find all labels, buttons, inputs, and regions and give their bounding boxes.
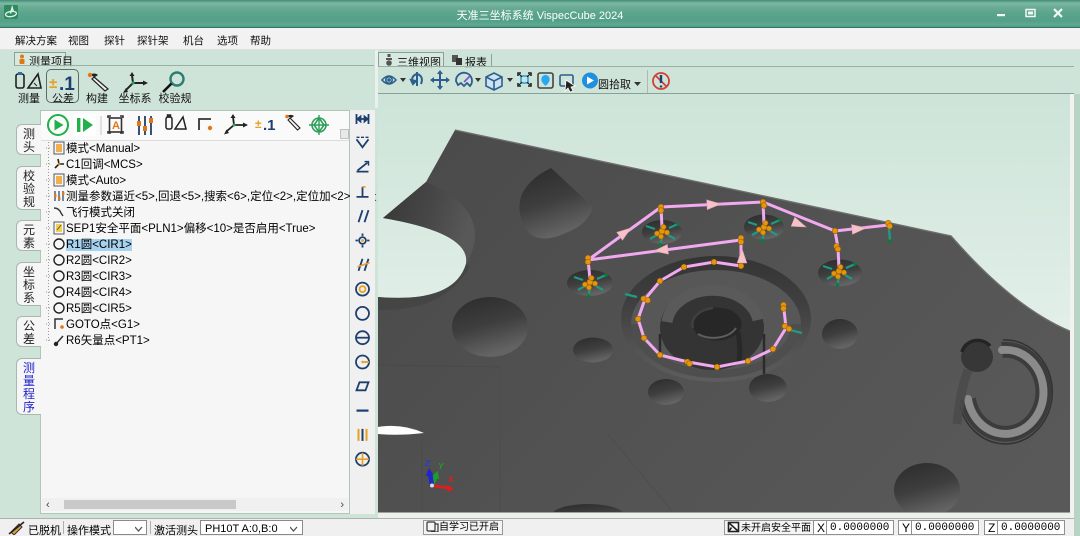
svg-text:±: ±	[49, 75, 57, 92]
svg-text:±: ±	[255, 117, 262, 131]
svg-text:.1: .1	[59, 74, 75, 93]
svg-text:A: A	[112, 120, 120, 132]
svg-text:.1: .1	[263, 117, 276, 134]
svg-text:Z: Z	[424, 458, 431, 468]
